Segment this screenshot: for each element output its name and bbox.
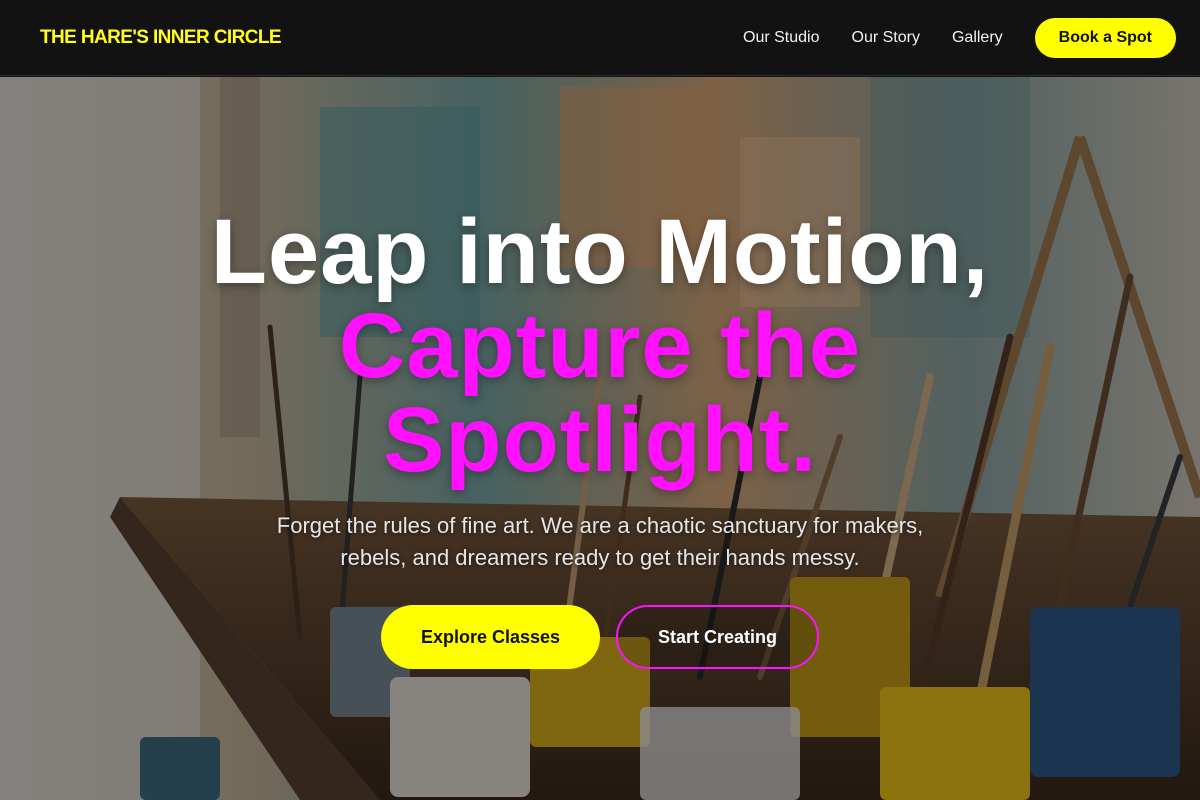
start-creating-button[interactable]: Start Creating: [616, 605, 819, 669]
hero-subtext: Forget the rules of fine art. We are a c…: [276, 513, 924, 570]
hero-section: Leap into Motion, Capture the Spotlight.…: [0, 77, 1200, 800]
top-navigation-bar: THE HARE'S INNER CIRCLE Our Studio Our S…: [0, 0, 1200, 76]
nav-link-our-story[interactable]: Our Story: [852, 29, 920, 47]
headline-line-3: Spotlight.: [382, 389, 818, 491]
nav-links: Our Studio Our Story Gallery Book a Spot: [711, 17, 1176, 58]
nav-link-our-studio[interactable]: Our Studio: [743, 29, 819, 47]
nav-link-gallery[interactable]: Gallery: [952, 29, 1003, 47]
hero-content: Leap into Motion, Capture the Spotlight.…: [0, 77, 1200, 800]
explore-classes-button[interactable]: Explore Classes: [381, 605, 600, 669]
book-a-spot-button[interactable]: Book a Spot: [1034, 17, 1176, 58]
hero-headline: Leap into Motion, Capture the Spotlight.: [0, 205, 1200, 487]
headline-line-1: Leap into Motion,: [210, 201, 990, 303]
headline-line-2: Capture the: [338, 295, 862, 397]
site-logo[interactable]: THE HARE'S INNER CIRCLE: [40, 27, 282, 49]
